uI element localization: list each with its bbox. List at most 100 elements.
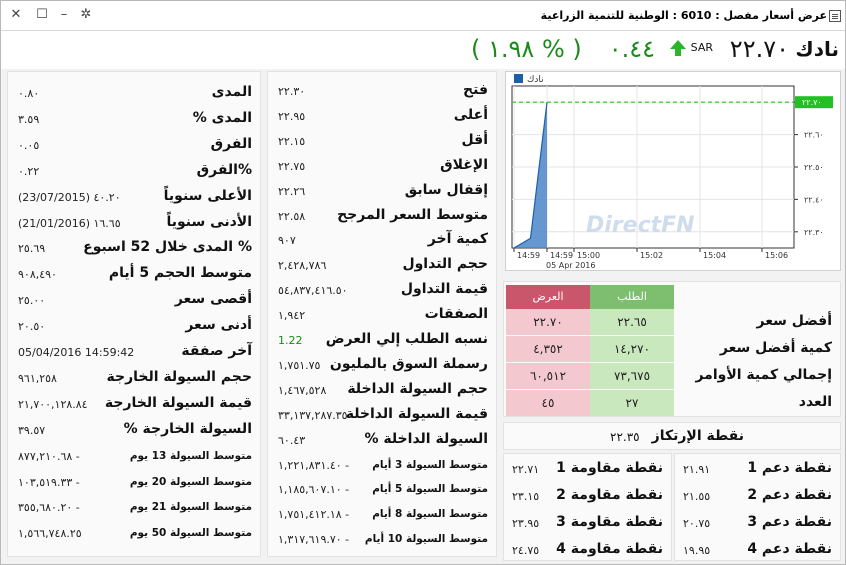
- left-label: المدى خلال 52 اسبوع %: [83, 239, 252, 256]
- middle-row: قيمة التداول ٥٤,٨٣٧,٤١٦.٥٠: [268, 279, 496, 301]
- middle-value: ٥٤,٨٣٧,٤١٦.٥٠: [278, 284, 348, 298]
- resistance-levels: نقطة مقاومة 1 ٢٢.٧١ نقطة مقاومة 2 ٢٣.١٥ نقطة…: [503, 453, 672, 561]
- left-value: (21/01/2016) ١٦.٦٥: [18, 216, 121, 230]
- resistance-value: ٢٣.٩٥: [512, 517, 540, 530]
- support-value: ١٩.٩٥: [683, 544, 711, 557]
- support-label: نقطة دعم 3: [747, 514, 832, 530]
- support-row: نقطة دعم 4 ١٩.٩٥: [675, 537, 840, 563]
- middle-label: أعلى: [453, 106, 488, 123]
- left-row: آخر صفقة 05/04/2016 14:59:42: [8, 341, 260, 363]
- left-row: أقصى سعر ٢٥.٠٠: [8, 289, 260, 311]
- title-bar[interactable]: ✕ ☐ – ✲ عرض أسعار مفصل : 6010 : الوطنية …: [1, 1, 845, 31]
- price-change-percent: ( ١.٩٨ % ): [471, 35, 582, 63]
- book-label: إجمالي كمية الأوامر: [695, 367, 832, 383]
- left-value: ٨٧٧,٢١٠.٦٨ -: [18, 449, 80, 463]
- left-label: الأعلى سنوياً: [163, 187, 252, 204]
- middle-row: الإغلاق ٢٢.٧٥: [268, 155, 496, 177]
- left-label: الفرق: [210, 135, 252, 152]
- left-label: الأدنى سنوياً: [166, 213, 252, 230]
- left-row: الفرق% ٠.٢٢: [8, 160, 260, 182]
- pivot-label: نقطة الإرتكاز: [651, 428, 744, 444]
- middle-label: كمية آخر: [427, 231, 488, 248]
- left-label: حجم السيولة الخارجة: [106, 368, 253, 385]
- left-row: الأعلى سنوياً (23/07/2015) ٤٠.٢٠: [8, 186, 260, 208]
- statistics-panel-middle: فتح ٢٢.٣٠ أعلى ٢٢.٩٥ أقل ٢٢.١٥ الإغلاق ٢٢.٧٥ إقف…: [267, 71, 497, 557]
- left-row: % السيولة الخارجة ٣٩.٥٧: [8, 419, 260, 441]
- date-label: 05 Apr 2016: [546, 261, 595, 270]
- middle-value: ١,٧٥١.٧٥: [278, 358, 321, 372]
- left-row: المدى خلال 52 اسبوع % ٢٥.٦٩: [8, 237, 260, 259]
- left-label: متوسط الحجم 5 أيام: [108, 265, 252, 282]
- resistance-label: نقطة مقاومة 2: [556, 487, 663, 503]
- middle-value: ١,٩٤٢: [278, 309, 306, 323]
- left-label: % السيولة الخارجة: [123, 420, 252, 437]
- minimize-icon[interactable]: –: [55, 6, 73, 24]
- middle-label: حجم السيولة الداخلة: [347, 380, 488, 397]
- quote-header: نادك ٢٢.٧٠ SAR ٠.٤٤ ( ١.٩٨ % ): [1, 31, 845, 69]
- x-tick-label: 14:59: [517, 251, 540, 260]
- middle-row: متوسط السيولة 10 أيام ١,٣١٧,٦١٩.٧٠ -: [268, 528, 496, 550]
- left-row: متوسط السيولة 50 يوم ١,٥٦٦,٧٤٨.٢٥: [8, 522, 260, 544]
- resistance-row: نقطة مقاومة 3 ٢٣.٩٥: [504, 510, 671, 536]
- middle-value: ٩٠٧: [278, 234, 296, 248]
- symbol-name: نادك: [795, 37, 839, 61]
- intraday-chart[interactable]: 14:59 14:59 15:00 15:02 15:04 15:06 05 Apr 201…: [505, 71, 841, 271]
- middle-label: إقفال سابق: [404, 181, 488, 198]
- middle-label: رسملة السوق بالمليون: [329, 355, 488, 372]
- resistance-value: ٢٢.٧١: [512, 463, 540, 476]
- x-tick-label: 15:06: [765, 251, 788, 260]
- left-row: حجم السيولة الخارجة ٩٦١,٢٥٨: [8, 367, 260, 389]
- book-label: أفضل سعر: [756, 313, 832, 329]
- left-value: ٠.٢٢: [18, 164, 40, 178]
- middle-value: ٢٢.٧٥: [278, 159, 306, 173]
- ask-value: ٤,٣٥٢: [506, 336, 590, 362]
- left-row: متوسط السيولة 13 يوم ٨٧٧,٢١٠.٦٨ -: [8, 445, 260, 467]
- middle-label: قيمة التداول: [400, 281, 488, 298]
- left-row: متوسط الحجم 5 أيام ٩٠٨,٤٩٠: [8, 263, 260, 285]
- left-label: أقصى سعر: [174, 291, 252, 308]
- middle-label: قيمة السيولة الداخلة: [345, 405, 488, 422]
- directfn-watermark: DirectFN: [586, 213, 695, 238]
- middle-row: متوسط السيولة 3 أيام ١,٢٢١,٨٣١.٤٠ -: [268, 454, 496, 476]
- legend-swatch: [514, 74, 523, 83]
- ask-value: ٤٥: [506, 390, 590, 416]
- support-row: نقطة دعم 2 ٢١.٥٥: [675, 483, 840, 509]
- left-row: % المدى ٣.٥٩: [8, 108, 260, 130]
- middle-label: % السيولة الداخلة: [364, 430, 488, 447]
- left-label: متوسط السيولة 21 يوم: [129, 501, 252, 514]
- support-value: ٢١.٥٥: [683, 490, 711, 503]
- left-value: ٣٥٥,٦٨٠.٢٠ -: [18, 501, 80, 515]
- left-value: ٢١,٧٠٠,١٢٨.٨٤: [18, 397, 88, 411]
- bid-ask-panel: الطلب العرض ٢٢.٦٥ ٢٢.٧٠ أفضل سعر ١٤,٢٧٠ ٤,٣٥…: [503, 281, 841, 417]
- middle-value: ٢٢.٢٦: [278, 184, 306, 198]
- window-title: عرض أسعار مفصل : 6010 : الوطنية للتنمية …: [540, 9, 827, 22]
- left-row: الأدنى سنوياً (21/01/2016) ١٦.٦٥: [8, 212, 260, 234]
- middle-value: ٦٠.٤٣: [278, 433, 306, 447]
- middle-value: ٢٢.٥٨: [278, 209, 306, 223]
- left-row: المدى ٠.٨٠: [8, 82, 260, 104]
- x-tick-label: 15:04: [703, 251, 726, 260]
- ask-header: العرض: [506, 285, 590, 309]
- support-label: نقطة دعم 1: [747, 460, 832, 476]
- middle-label: متوسط السيولة 5 أيام: [372, 483, 488, 496]
- left-value: ١,٥٦٦,٧٤٨.٢٥: [18, 527, 82, 541]
- pivot-value: ٢٢.٣٥: [610, 430, 640, 444]
- left-label: متوسط السيولة 20 يوم: [129, 475, 252, 488]
- support-label: نقطة دعم 4: [747, 541, 832, 557]
- settings-icon[interactable]: ✲: [77, 6, 95, 24]
- middle-row: % السيولة الداخلة ٦٠.٤٣: [268, 429, 496, 451]
- maximize-icon[interactable]: ☐: [33, 6, 51, 24]
- legend-label: نادك: [527, 75, 544, 85]
- resistance-value: ٢٣.١٥: [512, 490, 540, 503]
- left-value: 05/04/2016 14:59:42: [18, 346, 135, 359]
- left-row: أدنى سعر ٢٠.٥٠: [8, 315, 260, 337]
- middle-row: أعلى ٢٢.٩٥: [268, 105, 496, 127]
- up-arrow-icon: [670, 40, 686, 56]
- price-change: ٠.٤٤: [608, 35, 655, 63]
- close-icon[interactable]: ✕: [7, 6, 25, 24]
- left-row: الفرق ٠.٠٥: [8, 134, 260, 156]
- middle-label: الإغلاق: [440, 156, 488, 173]
- middle-value: ٣٣,١٣٧,٢٨٧.٣٥: [278, 408, 348, 422]
- middle-row: إقفال سابق ٢٢.٢٦: [268, 180, 496, 202]
- support-levels: نقطة دعم 1 ٢١.٩١ نقطة دعم 2 ٢١.٥٥ نقطة دعم 3…: [674, 453, 841, 561]
